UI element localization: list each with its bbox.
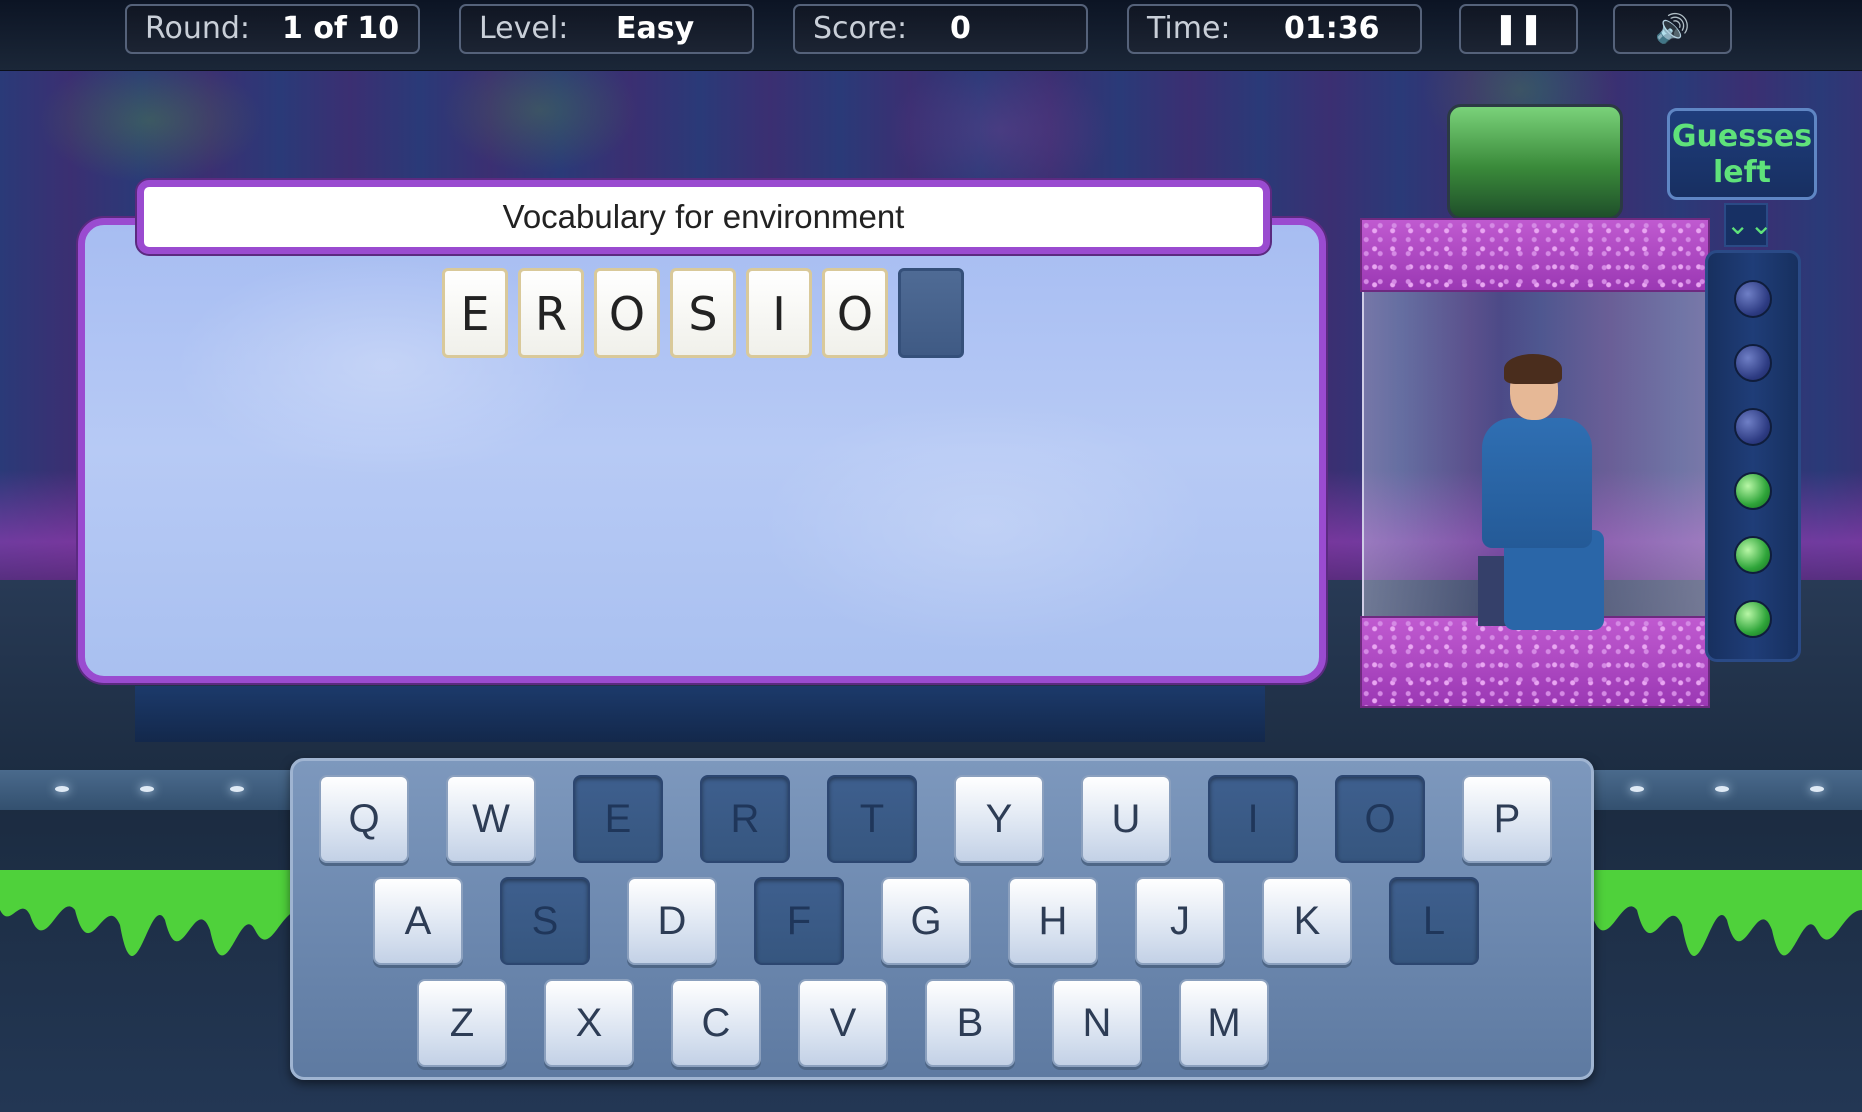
sound-button[interactable]: 🔊 [1613,4,1732,54]
key-t: T [827,775,917,863]
pause-icon: ❚❚ [1493,11,1544,46]
key-b[interactable]: B [925,979,1015,1067]
key-k[interactable]: K [1262,877,1352,965]
key-o: O [1335,775,1425,863]
key-s: S [500,877,590,965]
chamber-top [1360,218,1710,292]
key-w[interactable]: W [446,775,536,863]
key-q[interactable]: Q [319,775,409,863]
letter-tile: R [518,268,584,358]
time-label: Time: [1147,11,1231,46]
key-x[interactable]: X [544,979,634,1067]
key-j[interactable]: J [1135,877,1225,965]
key-n[interactable]: N [1052,979,1142,1067]
top-hud-bar: Round: 1 of 10 Level: Easy Score: 0 Time… [0,0,1862,71]
chamber-green-cap [1447,104,1623,220]
guess-bulb-remaining [1734,472,1772,510]
key-y[interactable]: Y [954,775,1044,863]
guess-bulb-remaining [1734,600,1772,638]
topic-banner: Vocabulary for environment [137,180,1270,254]
key-h[interactable]: H [1008,877,1098,965]
chevron-down-icon: ⌄⌄ [1724,203,1773,247]
key-g[interactable]: G [881,877,971,965]
stage-light [1810,786,1824,792]
key-v[interactable]: V [798,979,888,1067]
letter-tile: S [670,268,736,358]
key-d[interactable]: D [627,877,717,965]
key-p[interactable]: P [1462,775,1552,863]
green-slime-left [0,870,300,957]
letter-tile: E [442,268,508,358]
clue-panel-base [135,686,1265,742]
key-f: F [754,877,844,965]
score-indicator: Score: 0 [793,4,1088,54]
round-value: 1 of 10 [282,11,400,46]
key-u[interactable]: U [1081,775,1171,863]
letter-tile: I [746,268,812,358]
level-label: Level: [479,11,569,46]
round-indicator: Round: 1 of 10 [125,4,420,54]
key-e: E [573,775,663,863]
pause-button[interactable]: ❚❚ [1459,4,1578,54]
game-stage: Round: 1 of 10 Level: Easy Score: 0 Time… [0,0,1862,1112]
key-m[interactable]: M [1179,979,1269,1067]
time-value: 01:36 [1284,11,1380,46]
stage-light [140,786,154,792]
contestant-body [1482,418,1592,548]
key-c[interactable]: C [671,979,761,1067]
letter-tile: O [822,268,888,358]
speaker-icon: 🔊 [1655,12,1690,45]
guess-bulb-remaining [1734,536,1772,574]
guess-bulb-used [1734,280,1772,318]
key-z[interactable]: Z [417,979,507,1067]
green-slime-right [1562,870,1862,957]
key-r: R [700,775,790,863]
letter-tile: O [594,268,660,358]
key-l: L [1389,877,1479,965]
stage-light [55,786,69,792]
stage-light [1715,786,1729,792]
score-label: Score: [813,11,908,46]
key-a[interactable]: A [373,877,463,965]
guesses-label-line2: left [1712,155,1772,190]
on-screen-keyboard: QWERTYUIOP ASDFGHJKL ZXCVBNM [290,758,1594,1080]
guess-bulb-used [1734,408,1772,446]
key-i: I [1208,775,1298,863]
guess-bulb-used [1734,344,1772,382]
time-indicator: Time: 01:36 [1127,4,1422,54]
stage-light [230,786,244,792]
letter-tile-empty [898,268,964,358]
level-value: Easy [616,11,695,46]
guesses-label-line1: Guesses [1671,119,1813,154]
level-indicator: Level: Easy [459,4,754,54]
stage-light [1630,786,1644,792]
guesses-left-label: Guesses left [1667,108,1817,200]
round-label: Round: [145,11,251,46]
contestant-hair [1504,354,1562,384]
score-value: 0 [950,11,971,46]
